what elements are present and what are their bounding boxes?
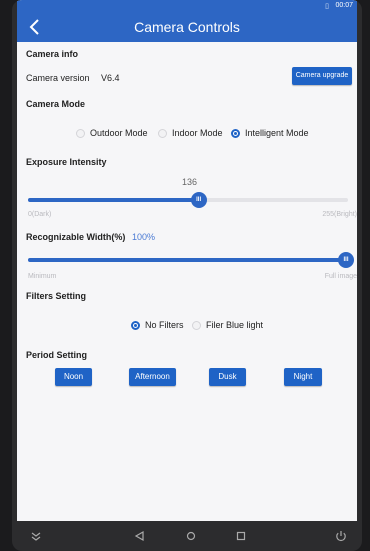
radio-circle-icon xyxy=(192,320,201,330)
radio-label: No Filters xyxy=(145,320,184,330)
width-slider-fill xyxy=(28,258,348,262)
radio-filter-blue-light[interactable]: Filer Blue light xyxy=(192,318,263,332)
radio-label: Indoor Mode xyxy=(172,128,223,138)
exposure-max-label: 255(Bright) xyxy=(322,211,357,218)
filters-group: No Filters Filer Blue light xyxy=(17,318,357,332)
camera-version-value: V6.4 xyxy=(101,73,120,83)
page-title: Camera Controls xyxy=(134,19,240,35)
chevron-down-icon[interactable] xyxy=(29,529,43,543)
tablet-frame: ▯ 00:07 Camera Controls Camera info Came… xyxy=(12,0,362,551)
radio-outdoor-mode[interactable]: Outdoor Mode xyxy=(76,126,148,140)
camera-mode-group: Outdoor Mode Indoor Mode Intelligent Mod… xyxy=(17,126,357,140)
width-slider[interactable] xyxy=(28,258,348,262)
width-slider-thumb[interactable]: III xyxy=(338,252,354,268)
sim-icon: ▯ xyxy=(325,3,329,10)
radio-circle-icon xyxy=(158,128,167,138)
exposure-heading: Exposure Intensity xyxy=(26,157,107,167)
radio-indoor-mode[interactable]: Indoor Mode xyxy=(158,126,223,140)
radio-label: Filer Blue light xyxy=(206,320,264,330)
title-bar: Camera Controls xyxy=(17,12,357,42)
radio-label: Intelligent Mode xyxy=(245,128,309,138)
exposure-min-label: 0(Dark) xyxy=(28,211,52,218)
nav-back-icon[interactable] xyxy=(133,529,147,543)
radio-selected-icon xyxy=(231,128,240,138)
filters-heading: Filters Setting xyxy=(26,291,87,301)
exposure-slider-fill xyxy=(28,198,199,202)
radio-no-filters[interactable]: No Filters xyxy=(131,318,184,332)
nav-home-icon[interactable] xyxy=(184,529,198,543)
width-heading: Recognizable Width(%) 100% xyxy=(26,232,155,242)
camera-upgrade-button[interactable]: Camera upgrade xyxy=(292,67,352,85)
exposure-slider[interactable] xyxy=(28,198,348,202)
radio-circle-icon xyxy=(76,128,85,138)
camera-mode-heading: Camera Mode xyxy=(26,99,86,109)
app-screen: ▯ 00:07 Camera Controls Camera info Came… xyxy=(17,0,357,521)
radio-label: Outdoor Mode xyxy=(90,128,148,138)
system-nav-bar xyxy=(12,521,362,551)
period-heading: Period Setting xyxy=(26,350,88,360)
width-title: Recognizable Width(%) xyxy=(26,232,126,242)
settings-content: Camera info Camera version V6.4 Camera u… xyxy=(17,42,357,521)
radio-selected-icon xyxy=(131,320,140,330)
nav-recents-icon[interactable] xyxy=(234,529,248,543)
camera-version-label: Camera version xyxy=(26,73,90,83)
period-noon-button[interactable]: Noon xyxy=(55,368,92,386)
period-night-button[interactable]: Night xyxy=(284,368,322,386)
width-value: 100% xyxy=(131,232,155,242)
camera-info-heading: Camera info xyxy=(26,49,79,59)
status-time: 00:07 xyxy=(335,2,353,9)
exposure-slider-thumb[interactable]: III xyxy=(190,192,207,208)
exposure-value: 136 xyxy=(182,177,198,187)
width-min-label: Minimum xyxy=(28,273,57,280)
radio-intelligent-mode[interactable]: Intelligent Mode xyxy=(231,126,309,140)
period-afternoon-button[interactable]: Afternoon xyxy=(129,368,176,386)
period-dusk-button[interactable]: Dusk xyxy=(209,368,246,386)
power-icon[interactable] xyxy=(334,529,348,543)
status-bar: ▯ 00:07 xyxy=(17,0,357,12)
width-max-label: Full image xyxy=(324,273,357,280)
